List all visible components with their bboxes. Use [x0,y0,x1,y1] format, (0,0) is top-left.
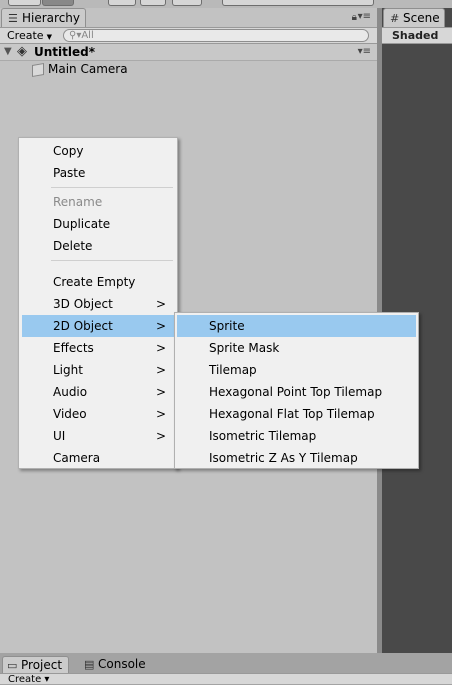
menu-item-effects[interactable]: Effects > [22,337,174,359]
menu-item-label: UI [53,429,66,443]
rotate-tool-button[interactable] [108,0,136,6]
chevron-right-icon: > [155,341,166,355]
submenu-item-sprite-mask[interactable]: Sprite Mask [177,337,416,359]
submenu-2d-object: Sprite Sprite Mask Tilemap Hexagonal Poi… [174,312,419,469]
chevron-right-icon: > [155,407,166,421]
menu-item-label: Copy [53,144,84,158]
menu-item-label: Delete [53,239,93,253]
chevron-right-icon: > [155,363,166,377]
submenu-item-hexagonal-flat-top-tilemap[interactable]: Hexagonal Flat Top Tilemap [177,403,416,425]
scene-tab-label: Scene [403,11,440,25]
submenu-item-label: Isometric Tilemap [209,429,317,443]
search-icon: ⚲▾ [69,30,82,41]
chevron-down-icon: ▼ [46,33,52,41]
menu-item-label: Effects [53,341,94,355]
grid-icon: # [390,12,400,25]
submenu-item-hexagonal-point-top-tilemap[interactable]: Hexagonal Point Top Tilemap [177,381,416,403]
scene-root-row[interactable]: ▼ ◈ Untitled* ▾≡ [0,44,377,61]
project-create-label: Create [8,674,42,685]
move-tool-button[interactable] [42,0,74,6]
submenu-item-tilemap[interactable]: Tilemap [177,359,416,381]
search-placeholder: All [81,30,94,41]
menu-item-paste[interactable]: Paste [22,162,174,184]
scale-tool-button[interactable] [140,0,166,6]
menu-item-label: Duplicate [53,217,111,231]
menu-item-camera[interactable]: Camera [22,447,174,469]
menu-separator [51,187,173,188]
menu-item-create-empty[interactable]: Create Empty [22,271,174,293]
panel-menu-icon[interactable]: ▾≡ [358,11,371,22]
menu-item-3d-object[interactable]: 3D Object > [22,293,174,315]
project-toolbar: Create ▾ [0,673,452,685]
scene-options-icon[interactable]: ▾≡ [358,46,371,57]
create-dropdown[interactable]: Create ▼ [4,29,55,43]
chevron-right-icon: > [155,319,166,333]
menu-item-light[interactable]: Light > [22,359,174,381]
tab-console[interactable]: ▤ Console [80,656,150,673]
menu-item-ui[interactable]: UI > [22,425,174,447]
chevron-right-icon: > [155,385,166,399]
menu-item-2d-object[interactable]: 2D Object > [22,315,174,337]
scene-toolbar: Shaded [382,27,452,44]
main-toolbar [0,0,452,8]
submenu-item-label: Hexagonal Point Top Tilemap [209,385,383,399]
submenu-item-label: Sprite [209,319,245,333]
menu-item-label: Video [53,407,87,421]
menu-item-label: Light [53,363,83,377]
menu-item-label: Camera [53,451,101,465]
hierarchy-tab-label: Hierarchy [22,11,81,25]
console-icon: ▤ [84,658,95,671]
search-input[interactable]: ⚲▾All [63,29,369,42]
hierarchy-item-label: Main Camera [48,62,128,76]
rect-tool-button[interactable] [172,0,202,6]
list-icon: ☰ [8,12,18,25]
context-menu: Copy Paste Rename Duplicate Delete Creat… [18,137,178,469]
expand-triangle-icon[interactable]: ▼ [4,46,12,57]
scene-name: Untitled* [34,45,95,59]
create-label: Create [7,29,44,42]
tab-project[interactable]: ▭ Project [2,656,69,673]
menu-item-rename: Rename [22,191,174,213]
shading-mode-dropdown[interactable]: Shaded [392,28,438,43]
menu-item-delete[interactable]: Delete [22,235,174,257]
lock-icon[interactable]: 🔒︎ [352,12,357,23]
chevron-right-icon: > [155,429,166,443]
bottom-panel: ▭ Project ▤ Console Create ▾ [0,653,452,685]
folder-icon: ▭ [7,659,18,672]
menu-item-label: Audio [53,385,88,399]
unity-scene-icon: ◈ [17,44,27,59]
submenu-item-isometric-tilemap[interactable]: Isometric Tilemap [177,425,416,447]
hierarchy-item-main-camera[interactable]: Main Camera [0,62,377,78]
menu-item-copy[interactable]: Copy [22,140,174,162]
tab-hierarchy[interactable]: ☰ Hierarchy [1,8,86,27]
submenu-item-sprite[interactable]: Sprite [177,315,416,337]
menu-item-label: Paste [53,166,86,180]
hierarchy-toolbar: Create ▼ ⚲▾All [0,27,377,44]
tab-scene[interactable]: # Scene [383,8,445,27]
menu-separator [51,260,173,261]
submenu-item-label: Tilemap [209,363,257,377]
menu-item-duplicate[interactable]: Duplicate [22,213,174,235]
console-tab-label: Console [98,657,146,671]
menu-item-label: Rename [53,195,103,209]
project-tab-label: Project [21,658,63,672]
menu-item-video[interactable]: Video > [22,403,174,425]
submenu-item-label: Isometric Z As Y Tilemap [209,451,358,465]
menu-item-label: 2D Object [53,319,113,333]
submenu-item-isometric-z-as-y-tilemap[interactable]: Isometric Z As Y Tilemap [177,447,416,469]
pivot-toggle[interactable] [222,0,374,6]
submenu-item-label: Sprite Mask [209,341,280,355]
submenu-item-label: Hexagonal Flat Top Tilemap [209,407,375,421]
gameobject-cube-icon [32,62,44,78]
menu-item-audio[interactable]: Audio > [22,381,174,403]
menu-item-label: Create Empty [53,275,136,289]
menu-item-label: 3D Object [53,297,113,311]
chevron-right-icon: > [155,297,166,311]
hand-tool-button[interactable] [8,0,41,6]
